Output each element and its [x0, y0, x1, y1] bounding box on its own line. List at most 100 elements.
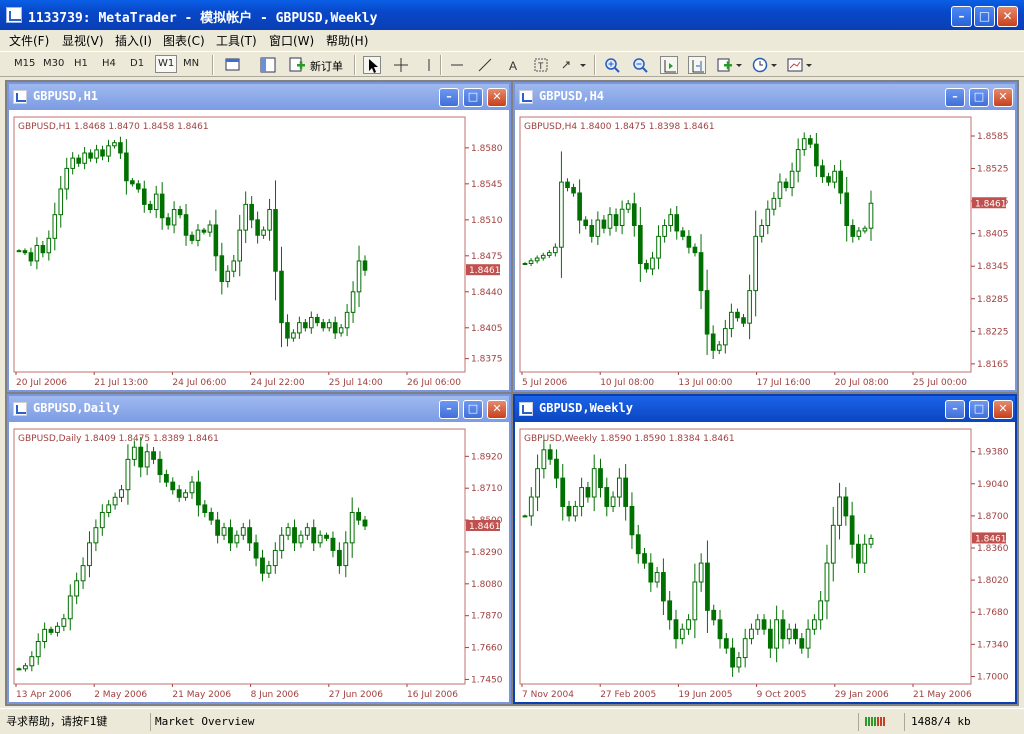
- candle-body: [830, 524, 836, 564]
- candle-body: [604, 487, 610, 507]
- chart-window-h1[interactable]: GBPUSD,H1 – □ ✕ GBPUSD,H1 1.8468 1.8470 …: [7, 82, 511, 392]
- timeframe-d1-button[interactable]: D1: [130, 58, 144, 69]
- chart-body[interactable]: GBPUSD,Daily 1.8409 1.8475 1.8389 1.8461…: [9, 422, 509, 702]
- candle-body: [208, 511, 214, 521]
- price-axis-label: 1.8405: [977, 230, 1009, 240]
- candle-body: [698, 252, 704, 292]
- chart-maximize-button[interactable]: □: [969, 88, 989, 107]
- menu-help[interactable]: 帮助(H): [326, 32, 368, 49]
- new-order-button[interactable]: 新订单: [310, 58, 343, 74]
- chart-close-button[interactable]: ✕: [993, 88, 1013, 107]
- indicators-dropdown-icon[interactable]: [716, 56, 744, 74]
- text-tool-icon[interactable]: A: [504, 56, 522, 74]
- chart-body[interactable]: GBPUSD,H1 1.8468 1.8470 1.8458 1.8461 1.8…: [9, 110, 509, 390]
- zoom-out-icon[interactable]: [631, 56, 649, 74]
- candle-body: [202, 504, 208, 513]
- new-chart-icon[interactable]: [224, 56, 242, 74]
- svg-text:T: T: [538, 61, 544, 71]
- navigator-icon[interactable]: [259, 56, 277, 74]
- candlestick-chart[interactable]: GBPUSD,Daily 1.8409 1.8475 1.8389 1.8461…: [9, 422, 509, 702]
- auto-scroll-icon[interactable]: [660, 56, 678, 74]
- svg-text:A: A: [509, 59, 517, 73]
- chart-window-titlebar[interactable]: GBPUSD,Weekly – □ ✕: [515, 396, 1015, 422]
- chart-minimize-button[interactable]: –: [945, 400, 965, 419]
- candle-body: [613, 214, 619, 227]
- text-label-icon[interactable]: T: [532, 56, 550, 74]
- candle-body: [648, 562, 654, 583]
- menu-file[interactable]: 文件(F): [9, 32, 49, 49]
- candle-body: [22, 250, 28, 254]
- menu-view[interactable]: 显视(V): [62, 32, 104, 49]
- chart-minimize-button[interactable]: –: [439, 88, 459, 107]
- chart-minimize-button[interactable]: –: [439, 400, 459, 419]
- periods-clock-icon[interactable]: [751, 56, 779, 74]
- vertical-line-icon[interactable]: [420, 56, 438, 74]
- chart-window-titlebar[interactable]: GBPUSD,Daily – □ ✕: [9, 396, 509, 422]
- minimize-button[interactable]: –: [951, 6, 972, 27]
- candle-body: [566, 505, 572, 517]
- time-axis-label: 24 Jul 06:00: [172, 378, 226, 388]
- trendline-icon[interactable]: [476, 56, 494, 74]
- price-axis-label: 1.8440: [471, 288, 503, 298]
- chart-window-title: GBPUSD,H1: [33, 89, 99, 103]
- timeframe-mn-button[interactable]: MN: [183, 58, 199, 69]
- candle-body: [147, 203, 153, 211]
- candlestick-chart[interactable]: GBPUSD,H4 1.8400 1.8475 1.8398 1.8461 1.8…: [515, 110, 1015, 390]
- candle-body: [255, 219, 260, 236]
- timeframe-m30-button[interactable]: M30: [43, 58, 64, 69]
- candle-body: [638, 225, 643, 264]
- new-order-icon[interactable]: [288, 56, 306, 74]
- price-axis-label: 1.7660: [471, 644, 503, 654]
- timeframe-w1-button[interactable]: W1: [155, 55, 178, 73]
- chart-body[interactable]: GBPUSD,Weekly 1.8590 1.8590 1.8384 1.846…: [515, 422, 1015, 702]
- zoom-in-icon[interactable]: [603, 56, 621, 74]
- candle-body: [786, 628, 792, 640]
- timeframe-m15-button[interactable]: M15: [14, 58, 35, 69]
- close-button[interactable]: ✕: [997, 6, 1018, 27]
- chart-close-button[interactable]: ✕: [487, 400, 507, 419]
- horizontal-line-icon[interactable]: [448, 56, 466, 74]
- candle-body: [528, 260, 534, 264]
- time-axis-label: 17 Jul 16:00: [757, 378, 811, 388]
- candle-body: [661, 572, 666, 602]
- menu-insert[interactable]: 插入(I): [115, 32, 152, 49]
- chart-close-button[interactable]: ✕: [993, 400, 1013, 419]
- candle-body: [74, 580, 80, 597]
- templates-dropdown-icon[interactable]: [786, 56, 814, 74]
- chart-icon: [519, 90, 533, 104]
- candle-body: [771, 197, 777, 210]
- candle-body: [868, 202, 874, 229]
- candlestick-chart[interactable]: GBPUSD,H1 1.8468 1.8470 1.8458 1.8461 1.8…: [9, 110, 509, 390]
- maximize-button[interactable]: □: [974, 6, 995, 27]
- timeframe-h4-button[interactable]: H4: [102, 58, 116, 69]
- menu-tools[interactable]: 工具(T): [216, 32, 257, 49]
- candle-body: [644, 262, 649, 270]
- chart-minimize-button[interactable]: –: [945, 88, 965, 107]
- chart-maximize-button[interactable]: □: [463, 400, 483, 419]
- timeframe-h1-button[interactable]: H1: [74, 58, 88, 69]
- chart-window-daily[interactable]: GBPUSD,Daily – □ ✕ GBPUSD,Daily 1.8409 1…: [7, 394, 511, 704]
- chart-window-title: GBPUSD,Daily: [33, 401, 120, 415]
- chart-maximize-button[interactable]: □: [969, 400, 989, 419]
- chart-body[interactable]: GBPUSD,H4 1.8400 1.8475 1.8398 1.8461 1.8…: [515, 110, 1015, 390]
- chart-close-button[interactable]: ✕: [487, 88, 507, 107]
- candle-body: [826, 176, 831, 183]
- menu-charts[interactable]: 图表(C): [163, 32, 205, 49]
- candle-body: [820, 165, 825, 178]
- candlestick-chart[interactable]: GBPUSD,Weekly 1.8590 1.8590 1.8384 1.846…: [515, 422, 1015, 702]
- cursor-icon[interactable]: [363, 56, 381, 74]
- candle-body: [195, 481, 201, 506]
- arrows-dropdown-icon[interactable]: [560, 56, 588, 74]
- chart-shift-icon[interactable]: [688, 56, 706, 74]
- chart-window-h4[interactable]: GBPUSD,H4 – □ ✕ GBPUSD,H4 1.8400 1.8475 …: [513, 82, 1017, 392]
- candle-body: [165, 217, 171, 226]
- candle-body: [795, 149, 801, 172]
- chart-window-titlebar[interactable]: GBPUSD,H1 – □ ✕: [9, 84, 509, 110]
- chart-maximize-button[interactable]: □: [463, 88, 483, 107]
- crosshair-icon[interactable]: [392, 56, 410, 74]
- candle-body: [767, 628, 773, 649]
- chart-window-weekly[interactable]: GBPUSD,Weekly – □ ✕ GBPUSD,Weekly 1.8590…: [513, 394, 1017, 704]
- window-titlebar[interactable]: 1133739: MetaTrader - 模拟帐户 - GBPUSD,Week…: [0, 0, 1024, 30]
- menu-window[interactable]: 窗口(W): [269, 32, 314, 49]
- chart-window-titlebar[interactable]: GBPUSD,H4 – □ ✕: [515, 84, 1015, 110]
